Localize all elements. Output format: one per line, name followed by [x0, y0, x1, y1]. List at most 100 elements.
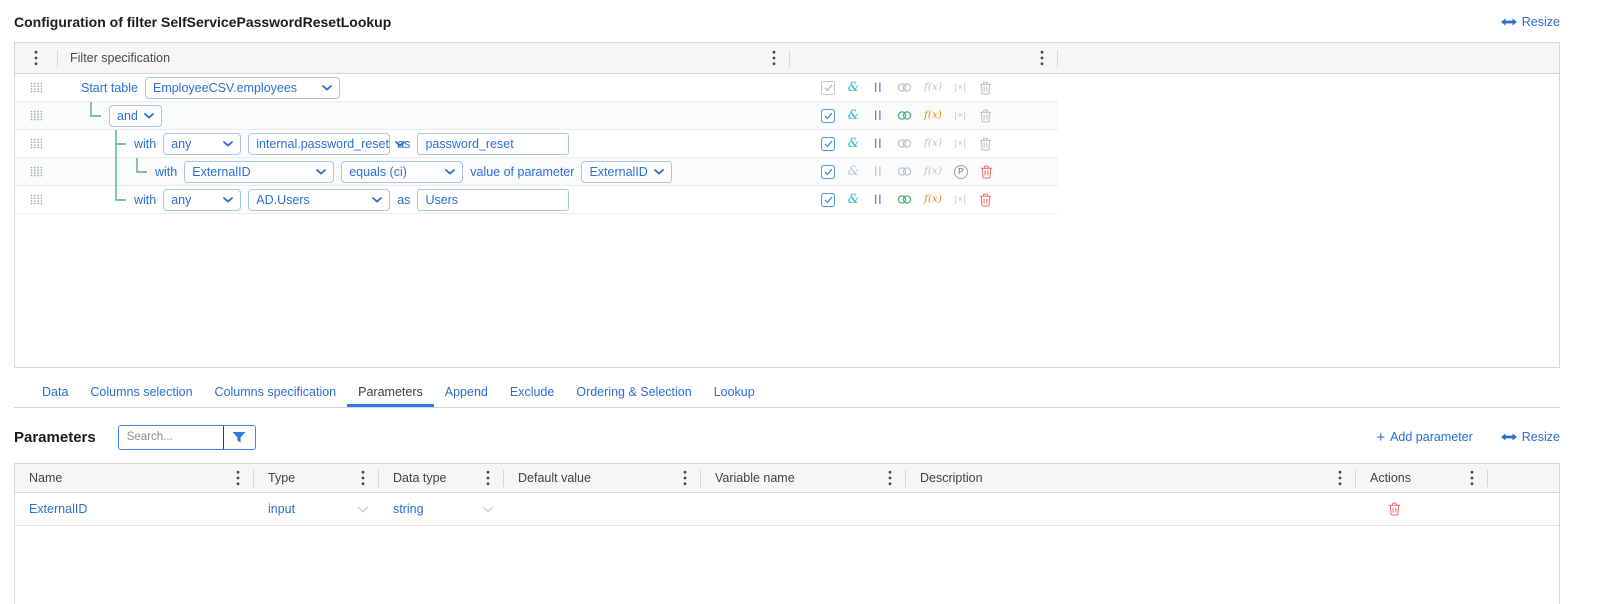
link-join-icon[interactable] — [897, 194, 912, 205]
parameter-icon[interactable]: P — [954, 164, 969, 179]
resize-link-parameters[interactable]: Resize — [1500, 430, 1560, 444]
link-join-icon[interactable] — [897, 110, 912, 121]
chevron-down-icon — [316, 168, 327, 175]
kebab-menu-icon[interactable] — [486, 470, 490, 486]
or-operator-icon[interactable]: || — [872, 110, 885, 121]
or-operator-icon[interactable]: || — [872, 194, 885, 205]
delete-icon[interactable] — [979, 193, 992, 207]
delete-icon[interactable] — [979, 109, 992, 123]
tab-ordering-selection[interactable]: Ordering & Selection — [565, 378, 702, 407]
exclude-icon[interactable]: |×| — [954, 139, 967, 149]
comparison-operator-select[interactable]: equals (ci) — [341, 160, 464, 183]
kebab-menu-icon[interactable] — [1470, 470, 1474, 486]
tab-columns-specification[interactable]: Columns specification — [204, 378, 348, 407]
parameter-select[interactable]: ExternalID — [581, 160, 672, 183]
function-icon[interactable]: f(x) — [924, 166, 942, 177]
enabled-checkbox[interactable] — [821, 108, 835, 123]
tab-lookup[interactable]: Lookup — [703, 378, 766, 407]
parameters-table-header: Name Type Data type Default value Variab… — [15, 464, 1559, 493]
and-operator-icon[interactable]: & — [847, 81, 860, 94]
kebab-menu-icon[interactable] — [888, 470, 892, 486]
add-parameter-button[interactable]: + Add parameter — [1376, 430, 1472, 445]
function-icon[interactable]: f(x) — [924, 194, 942, 205]
selected-value: equals (ci) — [349, 164, 407, 179]
tab-columns-selection[interactable]: Columns selection — [79, 378, 203, 407]
delete-icon[interactable] — [1388, 502, 1401, 516]
drag-handle-icon[interactable] — [15, 82, 57, 93]
parameter-data-type-value[interactable]: string — [393, 502, 424, 516]
with-label: with — [155, 164, 178, 179]
as-label: as — [397, 136, 411, 151]
column-select[interactable]: ExternalID — [184, 160, 335, 183]
enabled-checkbox[interactable] — [821, 136, 835, 151]
column-header-type: Type — [268, 471, 296, 485]
search-input[interactable] — [118, 425, 223, 449]
function-icon[interactable]: f(x) — [924, 138, 942, 149]
drag-handle-icon[interactable] — [15, 138, 57, 149]
link-join-icon[interactable] — [897, 166, 912, 177]
and-operator-icon[interactable]: & — [847, 137, 860, 150]
logical-operator-select[interactable]: and — [109, 104, 162, 127]
kebab-menu-icon[interactable] — [1338, 470, 1342, 486]
chevron-down-icon[interactable] — [482, 506, 494, 513]
and-operator-icon[interactable]: & — [847, 193, 860, 206]
kebab-menu-icon[interactable] — [361, 470, 365, 486]
kebab-menu-icon[interactable] — [15, 50, 57, 66]
filter-button[interactable] — [222, 425, 255, 449]
resize-label: Resize — [1521, 430, 1560, 444]
kebab-menu-icon[interactable] — [683, 470, 687, 486]
kebab-menu-icon[interactable] — [1040, 50, 1044, 66]
resize-link-top[interactable]: Resize — [1500, 15, 1560, 29]
enabled-checkbox[interactable] — [821, 80, 835, 95]
tab-append[interactable]: Append — [434, 378, 499, 407]
tree-corner-connector — [115, 185, 126, 201]
or-operator-icon[interactable]: || — [872, 82, 885, 93]
alias-input[interactable] — [417, 132, 570, 155]
tab-exclude[interactable]: Exclude — [499, 378, 565, 407]
chevron-down-icon — [223, 140, 234, 147]
quantifier-select[interactable]: any — [163, 188, 242, 211]
enabled-checkbox[interactable] — [821, 164, 835, 179]
tab-parameters[interactable]: Parameters — [347, 378, 434, 407]
tree-tee-connector — [115, 129, 126, 158]
delete-icon[interactable] — [980, 165, 993, 179]
parameter-name[interactable]: ExternalID — [29, 502, 87, 516]
or-operator-icon[interactable]: || — [872, 166, 885, 177]
table-select[interactable]: AD.Users — [248, 188, 391, 211]
enabled-checkbox[interactable] — [821, 192, 835, 207]
function-icon[interactable]: f(x) — [924, 82, 942, 93]
chevron-down-icon[interactable] — [357, 506, 369, 513]
and-operator-icon[interactable]: & — [847, 109, 860, 122]
search-control — [117, 424, 256, 450]
parameters-table: Name Type Data type Default value Variab… — [14, 463, 1560, 604]
start-table-select[interactable]: EmployeeCSV.employees — [144, 76, 340, 99]
exclude-icon[interactable]: |×| — [954, 83, 967, 93]
tab-data[interactable]: Data — [31, 378, 79, 407]
column-header-actions: Actions — [1370, 471, 1411, 485]
column-header-name: Name — [29, 471, 63, 485]
delete-icon[interactable] — [979, 81, 992, 95]
drag-handle-icon[interactable] — [15, 166, 57, 177]
drag-handle-icon[interactable] — [15, 110, 57, 121]
and-operator-icon[interactable]: & — [847, 165, 860, 178]
kebab-menu-icon[interactable] — [772, 50, 776, 66]
parameter-type-value[interactable]: input — [268, 502, 295, 516]
drag-handle-icon[interactable] — [15, 194, 57, 205]
kebab-menu-icon[interactable] — [236, 470, 240, 486]
column-header-variable-name: Variable name — [715, 471, 795, 485]
or-operator-icon[interactable]: || — [872, 138, 885, 149]
filter-panel-header: Filter specification — [15, 43, 1559, 74]
link-join-icon[interactable] — [897, 138, 912, 149]
selected-value: internal.password_reset — [256, 136, 389, 151]
filter-row-externalid-condition: with ExternalID equals (ci) value of par… — [15, 157, 1058, 186]
alias-input[interactable] — [417, 188, 570, 211]
column-header-default-value: Default value — [518, 471, 591, 485]
quantifier-select[interactable]: any — [163, 132, 242, 155]
exclude-icon[interactable]: |×| — [954, 111, 967, 121]
function-icon[interactable]: f(x) — [924, 110, 942, 121]
link-join-icon[interactable] — [897, 82, 912, 93]
table-select[interactable]: internal.password_reset — [248, 132, 405, 155]
exclude-icon[interactable]: |×| — [954, 195, 967, 205]
delete-icon[interactable] — [979, 137, 992, 151]
resize-icon — [1500, 18, 1517, 26]
